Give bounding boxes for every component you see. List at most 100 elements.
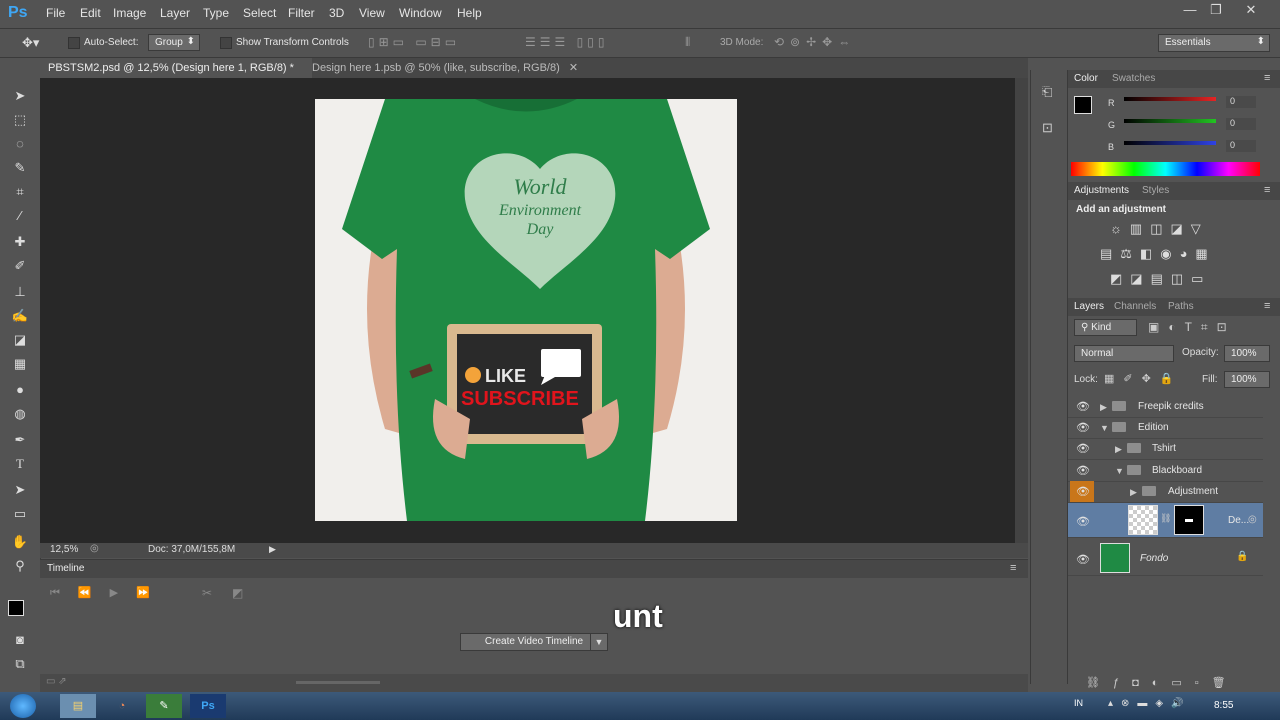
marquee-tool-icon[interactable]: ⬚ <box>10 110 30 130</box>
channel-r-value[interactable]: 0 <box>1226 96 1256 108</box>
close-button[interactable]: ✕ <box>1240 2 1262 20</box>
layer-row[interactable]: 👁 ▼ Edition <box>1068 417 1263 439</box>
gradient-tool-icon[interactable]: ▦ <box>10 354 30 374</box>
document-canvas[interactable]: World Environment Day LIKE SUBSCRIBE <box>315 99 737 521</box>
minimize-button[interactable]: — <box>1179 2 1201 20</box>
menu-window[interactable]: Window <box>399 6 442 20</box>
auto-select-checkbox[interactable] <box>68 37 80 49</box>
visibility-eye-icon[interactable]: 👁 <box>1076 421 1090 434</box>
lock-icons[interactable]: ▦✐✥🔒 <box>1104 372 1183 385</box>
visibility-eye-icon[interactable]: 👁 <box>1076 464 1090 477</box>
move-tool-icon[interactable]: ✥▾ <box>22 35 39 51</box>
layer-row[interactable]: 👁 Fondo 🔒 <box>1068 541 1263 576</box>
layer-row-selected[interactable]: 👁 ⛓ De... ◎ <box>1068 503 1263 538</box>
language-indicator[interactable]: IN <box>1074 698 1083 708</box>
panel-menu-icon[interactable]: ≡ <box>1010 562 1016 574</box>
3d-mode-icons[interactable]: ⟲⊚✢✥⇔ <box>774 35 856 49</box>
align-icons[interactable]: ▯⊞▭ ▭⊟▭ <box>368 35 460 49</box>
layer-row[interactable]: 👁 ▶ Freepik credits <box>1068 396 1263 418</box>
layer-row[interactable]: 👁 ▶ Tshirt <box>1068 438 1263 460</box>
smart-filter-icon[interactable]: ◎ <box>1248 514 1257 525</box>
auto-select-dropdown[interactable]: Group ⬍ <box>148 34 200 51</box>
blur-tool-icon[interactable]: ● <box>10 380 30 400</box>
timeline-footer-icons[interactable]: ▭ ⇗ <box>46 676 67 687</box>
fill-input[interactable]: 100% <box>1224 371 1270 388</box>
stamp-tool-icon[interactable]: ⊥ <box>10 282 30 302</box>
menu-view[interactable]: View <box>359 6 385 20</box>
visibility-eye-icon[interactable]: 👁 <box>1076 485 1090 498</box>
blend-mode-dropdown[interactable]: Normal <box>1074 345 1174 362</box>
show-transform-checkbox[interactable] <box>220 37 232 49</box>
tab-color[interactable]: Color <box>1074 73 1098 84</box>
menu-image[interactable]: Image <box>113 6 146 20</box>
distribute-icons[interactable]: ☰☰☰ ▯▯▯ <box>525 35 608 49</box>
scissors-icon[interactable]: ✂ <box>202 586 212 600</box>
dodge-tool-icon[interactable]: ◍ <box>10 404 30 424</box>
tab-styles[interactable]: Styles <box>1142 185 1169 196</box>
layer-filter-icons[interactable]: ▣◐T⌗⊡ <box>1148 320 1236 335</box>
panel-menu-icon[interactable]: ≡ <box>1264 184 1270 196</box>
foreground-color-swatch[interactable] <box>1074 96 1092 114</box>
tab-design-here[interactable]: Design here 1.psb @ 50% (like, subscribe… <box>304 58 590 78</box>
menu-3d[interactable]: 3D <box>329 6 344 20</box>
channel-g-value[interactable]: 0 <box>1226 118 1256 130</box>
properties-panel-icon[interactable]: ⊡ <box>1042 120 1053 136</box>
menu-select[interactable]: Select <box>243 6 276 20</box>
eyedropper-tool-icon[interactable]: ⁄ <box>10 206 30 226</box>
photoshop-taskbar-icon[interactable]: Ps <box>190 694 226 718</box>
pen-tool-icon[interactable]: ✒ <box>10 430 30 450</box>
layers-footer-icons[interactable]: ⛓ƒ◘◐▭▫🗑 <box>1086 676 1239 689</box>
status-icon[interactable]: ◎ <box>90 543 99 554</box>
tab-paths[interactable]: Paths <box>1168 301 1194 312</box>
create-video-timeline-button[interactable]: Create Video Timeline <box>460 633 608 651</box>
adjustment-icons-row-1[interactable]: ☼▥◫◪▽ <box>1110 221 1209 237</box>
menu-layer[interactable]: Layer <box>160 6 190 20</box>
tab-pbstsm2[interactable]: PBSTSM2.psd @ 12,5% (Design here 1, RGB/… <box>40 58 312 78</box>
tab-adjustments[interactable]: Adjustments <box>1074 185 1129 196</box>
tab-channels[interactable]: Channels <box>1114 301 1156 312</box>
adjustment-icons-row-2[interactable]: ▤⚖◧◉◕▦ <box>1100 246 1216 262</box>
collapse-arrow-icon[interactable]: ▼ <box>1115 466 1124 476</box>
rectangle-tool-icon[interactable]: ▭ <box>10 504 30 524</box>
move-tool-icon[interactable]: ➤ <box>10 86 30 106</box>
visibility-eye-icon[interactable]: 👁 <box>1076 515 1090 528</box>
transition-icon[interactable]: ◩ <box>232 586 243 600</box>
brush-tool-icon[interactable]: ✐ <box>10 256 30 276</box>
expand-arrow-icon[interactable]: ▶ <box>1100 402 1107 413</box>
app-icon[interactable]: ◔ <box>104 694 140 718</box>
color-spectrum[interactable] <box>1071 162 1260 176</box>
quick-mask-icon[interactable]: ◙ <box>10 630 30 650</box>
timeline-transport-icons[interactable]: ⏮⏪▶⏩ <box>50 586 168 600</box>
layer-row[interactable]: 👁 ▼ Blackboard <box>1068 460 1263 482</box>
foreground-color-swatch[interactable] <box>8 600 24 616</box>
healing-brush-icon[interactable]: ✚ <box>10 232 30 252</box>
screen-mode-icon[interactable]: ⧉ <box>10 654 30 674</box>
link-icon[interactable]: ⛓ <box>1160 513 1171 524</box>
restore-button[interactable]: ❐ <box>1205 2 1227 20</box>
channel-r-slider[interactable] <box>1124 97 1216 101</box>
panel-menu-icon[interactable]: ≡ <box>1264 300 1270 312</box>
lasso-tool-icon[interactable]: ◌ <box>10 134 30 154</box>
tray-icons[interactable]: ▴⊗▬◈🔊 <box>1108 698 1192 709</box>
crop-tool-icon[interactable]: ⌗ <box>10 182 30 202</box>
app-icon[interactable]: ✎ <box>146 694 182 718</box>
panel-menu-icon[interactable]: ≡ <box>1264 72 1270 84</box>
expand-arrow-icon[interactable]: ▶ <box>1115 444 1122 455</box>
opacity-input[interactable]: 100% <box>1224 345 1270 362</box>
history-panel-icon[interactable]: ⎗ <box>1042 84 1052 100</box>
visibility-eye-icon[interactable]: 👁 <box>1076 553 1090 566</box>
expand-arrow-icon[interactable]: ▶ <box>1130 487 1137 498</box>
workspace-dropdown[interactable]: Essentials ⬍ <box>1158 34 1270 52</box>
start-button[interactable] <box>10 694 36 718</box>
adjustment-icons-row-3[interactable]: ◩◪▤◫▭ <box>1110 271 1211 287</box>
status-menu-arrow-icon[interactable]: ▶ <box>269 544 276 555</box>
menu-filter[interactable]: Filter <box>288 6 315 20</box>
menu-type[interactable]: Type <box>203 6 229 20</box>
zoom-tool-icon[interactable]: ⚲ <box>10 556 30 576</box>
menu-edit[interactable]: Edit <box>80 6 101 20</box>
type-tool-icon[interactable]: T <box>10 454 30 474</box>
tab-layers[interactable]: Layers <box>1074 301 1104 312</box>
collapse-arrow-icon[interactable]: ▼ <box>1100 423 1109 433</box>
visibility-eye-icon[interactable]: 👁 <box>1076 400 1090 413</box>
channel-b-slider[interactable] <box>1124 141 1216 145</box>
